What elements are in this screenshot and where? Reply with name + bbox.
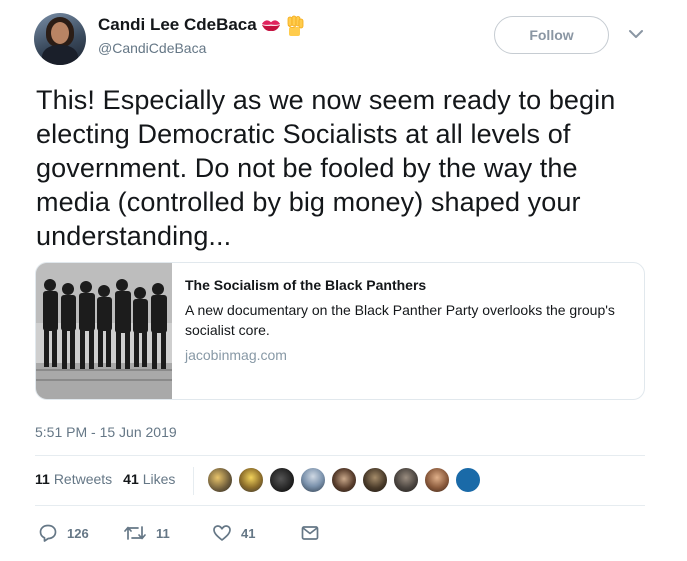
like-count: 41	[241, 525, 256, 541]
retweets-count: 11	[35, 471, 50, 487]
liker-avatar[interactable]	[455, 467, 481, 493]
liker-avatar[interactable]	[300, 467, 326, 493]
reply-button[interactable]: 126	[38, 523, 89, 543]
retweets-label: Retweets	[53, 471, 113, 487]
retweet-count: 11	[156, 525, 170, 541]
likes-stat[interactable]: 41 Likes	[123, 471, 175, 487]
reply-count: 126	[67, 525, 89, 541]
like-button[interactable]: 41	[212, 523, 255, 543]
liker-avatar[interactable]	[269, 467, 295, 493]
tweet-text: This! Especially as we now seem ready to…	[36, 85, 616, 251]
author-handle[interactable]: @CandiCdeBaca	[98, 40, 206, 56]
author-display-name[interactable]: Candi Lee CdeBaca	[98, 15, 257, 35]
profile-avatar[interactable]	[34, 13, 86, 65]
retweets-stat[interactable]: 11 Retweets	[35, 471, 112, 487]
card-thumbnail-image	[36, 263, 172, 399]
card-body: The Socialism of the Black Panthers A ne…	[172, 263, 644, 399]
card-title: The Socialism of the Black Panthers	[185, 277, 427, 293]
liker-avatar[interactable]	[362, 467, 388, 493]
stats-bottom-divider	[35, 505, 645, 506]
card-domain: jacobinmag.com	[185, 347, 287, 363]
raised-fist-emoji-icon	[285, 15, 305, 36]
envelope-icon	[300, 523, 320, 543]
liker-avatar[interactable]	[393, 467, 419, 493]
liker-avatar[interactable]	[331, 467, 357, 493]
engagement-stats: 11 Retweets 41 Likes	[35, 471, 175, 487]
stats-separator	[193, 467, 194, 495]
kiss-mark-emoji-icon	[261, 15, 281, 35]
follow-button[interactable]: Follow	[494, 16, 609, 54]
chevron-down-icon[interactable]	[627, 27, 645, 41]
author-name-row: Candi Lee CdeBaca	[98, 14, 305, 36]
tweet-timestamp[interactable]: 5:51 PM - 15 Jun 2019	[35, 424, 177, 440]
stats-top-divider	[35, 455, 645, 456]
likes-label: Likes	[142, 471, 176, 487]
liker-avatar[interactable]	[424, 467, 450, 493]
heart-icon	[212, 523, 232, 543]
direct-message-button[interactable]	[300, 523, 320, 543]
card-description: A new documentary on the Black Panther P…	[185, 302, 615, 338]
reply-icon	[38, 523, 58, 543]
retweet-icon	[123, 523, 147, 543]
retweet-button[interactable]: 11	[123, 523, 170, 543]
likes-count: 41	[123, 471, 139, 487]
link-preview-card[interactable]: The Socialism of the Black Panthers A ne…	[35, 262, 645, 400]
liker-avatar[interactable]	[207, 467, 233, 493]
liker-avatar[interactable]	[238, 467, 264, 493]
